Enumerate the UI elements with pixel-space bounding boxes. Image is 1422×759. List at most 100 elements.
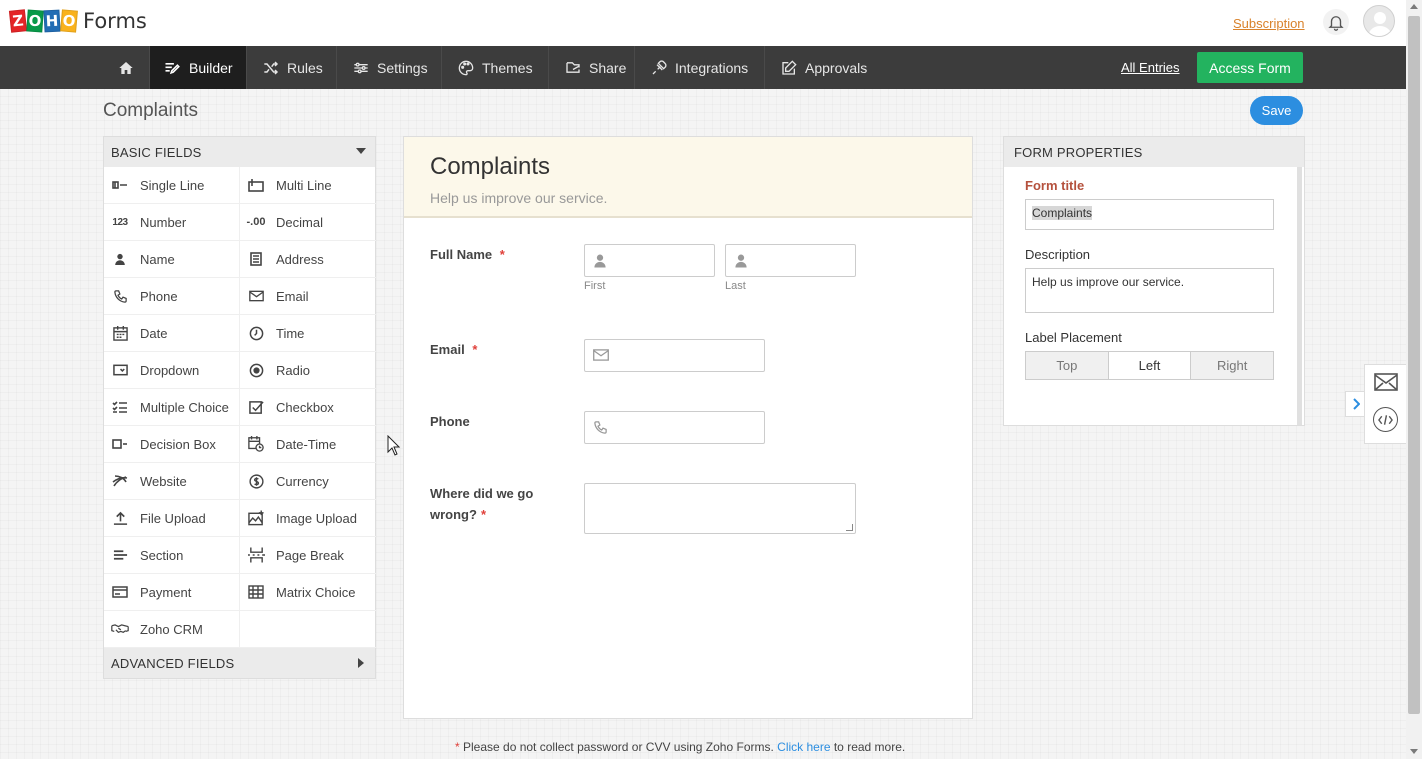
field-item-date[interactable]: Date: [104, 315, 240, 352]
scroll-up-arrow-icon[interactable]: [1410, 4, 1418, 9]
subscription-link[interactable]: Subscription: [1233, 16, 1305, 31]
field-item-page-break[interactable]: Page Break: [240, 537, 376, 574]
where-wrong-textarea[interactable]: [584, 483, 856, 534]
phone-input[interactable]: [584, 411, 765, 444]
field-item-label: Name: [140, 251, 175, 267]
resize-handle[interactable]: [846, 524, 853, 531]
first-name-input[interactable]: [584, 244, 715, 277]
nav-home[interactable]: [103, 46, 150, 89]
field-item-label: Address: [276, 251, 324, 267]
field-item-currency[interactable]: Currency: [240, 463, 376, 500]
zoho-forms-logo[interactable]: Z O H O Forms: [8, 9, 147, 33]
field-item-phone[interactable]: Phone: [104, 278, 240, 315]
placement-option-left[interactable]: Left: [1108, 352, 1192, 379]
form-title-value: Complaints: [1032, 206, 1093, 220]
access-form-button[interactable]: Access Form: [1197, 52, 1303, 83]
field-item-multi-line[interactable]: Multi Line: [240, 167, 376, 204]
nav-integrations[interactable]: Integrations: [635, 46, 765, 89]
field-item-dropdown[interactable]: Dropdown: [104, 352, 240, 389]
footnote-after-text: to read more.: [830, 740, 906, 754]
side-panel-toggle[interactable]: [1345, 391, 1365, 417]
field-item-image-upload[interactable]: Image Upload: [240, 500, 376, 537]
required-mark: *: [480, 507, 486, 522]
last-name-input[interactable]: [725, 244, 856, 277]
phone-label-text: Phone: [430, 414, 470, 429]
radio-icon: [247, 362, 265, 378]
nav-approvals[interactable]: Approvals: [765, 46, 881, 89]
email-input[interactable]: [584, 339, 765, 372]
form-properties-heading: FORM PROPERTIES: [1014, 144, 1143, 160]
field-item-payment[interactable]: Payment: [104, 574, 240, 611]
form-canvas[interactable]: Complaints Help us improve our service. …: [403, 136, 973, 719]
field-cell-empty: [240, 611, 376, 648]
grid-icon: [247, 584, 265, 600]
form-header[interactable]: Complaints Help us improve our service.: [404, 137, 972, 218]
field-item-single-line[interactable]: Single Line: [104, 167, 240, 204]
logo-letter: H: [43, 9, 61, 33]
field-item-file-upload[interactable]: File Upload: [104, 500, 240, 537]
save-button[interactable]: Save: [1250, 96, 1303, 125]
nav-item-label: Approvals: [805, 59, 868, 76]
nav-themes[interactable]: Themes: [442, 46, 549, 89]
field-item-decimal[interactable]: -.00 Decimal: [240, 204, 376, 241]
page-scrollbar[interactable]: [1406, 0, 1422, 759]
puzzle-icon: [652, 59, 667, 74]
notifications-button[interactable]: [1323, 9, 1349, 35]
logo-product-name: Forms: [83, 9, 147, 33]
nav-item-label: Integrations: [675, 59, 749, 76]
address-icon: [247, 251, 265, 267]
field-item-label: Image Upload: [276, 510, 357, 526]
description-textarea[interactable]: Help us improve our service.: [1025, 268, 1274, 313]
form-title: Complaints: [430, 153, 551, 180]
decision-box-icon: [111, 436, 129, 452]
field-item-section[interactable]: Section: [104, 537, 240, 574]
field-item-checkbox[interactable]: Checkbox: [240, 389, 376, 426]
field-item-matrix-choice[interactable]: Matrix Choice: [240, 574, 376, 611]
nav-rules[interactable]: Rules: [247, 46, 337, 89]
footnote-click-here-link[interactable]: Click here: [777, 740, 830, 754]
field-item-number[interactable]: 123 Number: [104, 204, 240, 241]
person-icon: [111, 251, 129, 267]
nav-share[interactable]: Share: [549, 46, 635, 89]
form-title-input[interactable]: Complaints: [1025, 199, 1274, 230]
embed-code-button[interactable]: [1373, 407, 1398, 432]
placement-option-right[interactable]: Right: [1191, 352, 1274, 379]
field-item-date-time[interactable]: Date-Time: [240, 426, 376, 463]
field-item-time[interactable]: Time: [240, 315, 376, 352]
field-item-decision-box[interactable]: Decision Box: [104, 426, 240, 463]
field-item-multiple-choice[interactable]: Multiple Choice: [104, 389, 240, 426]
home-icon: [119, 61, 133, 74]
field-item-radio[interactable]: Radio: [240, 352, 376, 389]
top-header: Z O H O Forms Subscription: [0, 0, 1406, 46]
number-icon: 123: [112, 216, 128, 228]
properties-scrollbar[interactable]: [1297, 167, 1302, 425]
advanced-fields-header[interactable]: ADVANCED FIELDS: [104, 648, 375, 678]
scroll-down-arrow-icon[interactable]: [1410, 749, 1418, 754]
all-entries-link[interactable]: All Entries: [1121, 60, 1180, 75]
upload-icon: [111, 510, 129, 526]
user-avatar[interactable]: [1363, 5, 1395, 37]
field-item-email[interactable]: Email: [240, 278, 376, 315]
email-label-text: Email: [430, 342, 465, 357]
placement-option-top[interactable]: Top: [1026, 352, 1109, 379]
field-item-label: Multiple Choice: [140, 399, 229, 415]
nav-settings[interactable]: Settings: [337, 46, 442, 89]
calendar-icon: [111, 325, 129, 341]
nav-item-label: Rules: [287, 59, 323, 76]
field-item-label: Matrix Choice: [276, 584, 356, 600]
field-item-website[interactable]: Website: [104, 463, 240, 500]
nav-builder[interactable]: Builder: [150, 46, 247, 89]
field-item-label: Decimal: [276, 214, 323, 230]
scrollbar-thumb[interactable]: [1408, 16, 1420, 714]
field-item-label: Checkbox: [276, 399, 334, 415]
field-item-zoho-crm[interactable]: Zoho CRM: [104, 611, 240, 648]
settings-icon: [354, 62, 368, 73]
nav-item-label: Share: [589, 59, 627, 76]
field-item-address[interactable]: Address: [240, 241, 376, 278]
label-placement-label: Label Placement: [1025, 330, 1122, 345]
email-form-button[interactable]: [1374, 372, 1398, 395]
bell-icon: [1328, 16, 1344, 31]
field-item-name[interactable]: Name: [104, 241, 240, 278]
logo-letter: Z: [8, 9, 28, 33]
basic-fields-header[interactable]: BASIC FIELDS: [104, 137, 375, 167]
